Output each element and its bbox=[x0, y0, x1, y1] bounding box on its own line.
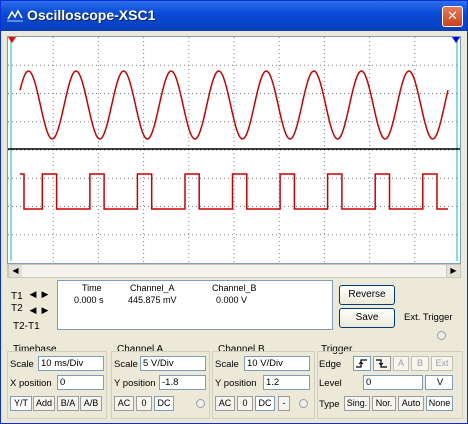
scope-plot bbox=[8, 37, 460, 263]
close-icon: ✕ bbox=[447, 9, 458, 24]
readout-header-channel-a: Channel_A bbox=[130, 283, 175, 293]
title-bar[interactable]: Oscilloscope-XSC1 ✕ bbox=[1, 1, 467, 31]
t2-label: T2 bbox=[11, 303, 23, 314]
cursor-1-marker bbox=[8, 37, 16, 43]
trigger-level-field[interactable]: 0 bbox=[363, 375, 423, 390]
readout-header-time: Time bbox=[82, 283, 102, 293]
save-button[interactable]: Save bbox=[339, 308, 395, 328]
channel-a-zero-button[interactable]: 0 bbox=[136, 396, 152, 411]
trigger-source-b-button[interactable]: B bbox=[411, 356, 429, 371]
t1-left-arrow-icon[interactable]: ◀ bbox=[27, 290, 39, 300]
scroll-right-button[interactable]: ▶ bbox=[446, 265, 460, 277]
trigger-type-single-button[interactable]: Sing. bbox=[344, 396, 370, 411]
timebase-scale-label: Scale bbox=[10, 359, 34, 370]
channel-a-scale-field[interactable]: 5 V/Div bbox=[140, 356, 206, 371]
t1-right-arrow-icon[interactable]: ▶ bbox=[39, 290, 51, 300]
channel-b-ac-button[interactable]: AC bbox=[215, 396, 235, 411]
channel-b-ypos-label: Y position bbox=[215, 378, 257, 389]
trigger-level-label: Level bbox=[319, 378, 342, 389]
oscilloscope-icon bbox=[7, 9, 23, 22]
t2-right-arrow-icon[interactable]: ▶ bbox=[39, 306, 51, 316]
mode-add-button[interactable]: Add bbox=[33, 396, 55, 411]
timebase-xpos-field[interactable]: 0 bbox=[57, 375, 104, 390]
channel-b-terminal[interactable] bbox=[299, 399, 308, 408]
channel-b-scale-label: Scale bbox=[215, 359, 239, 370]
timebase-xpos-label: X position bbox=[10, 378, 52, 389]
horizontal-scrollbar[interactable]: ◀ ▶ bbox=[7, 264, 461, 278]
edge-rise-button[interactable] bbox=[353, 356, 371, 371]
oscilloscope-window: Oscilloscope-XSC1 ✕ ◀ ▶ T1 T2 T2-T1 ◀ ▶ … bbox=[0, 0, 468, 424]
edge-fall-button[interactable] bbox=[373, 356, 391, 371]
t2-left-arrow-icon[interactable]: ◀ bbox=[27, 306, 39, 316]
t2-t1-label: T2-T1 bbox=[13, 321, 40, 332]
channel-a-ypos-label: Y position bbox=[114, 378, 156, 389]
mode-ba-button[interactable]: B/A bbox=[57, 396, 79, 411]
mode-ab-button[interactable]: A/B bbox=[80, 396, 102, 411]
trigger-level-unit[interactable]: V bbox=[425, 375, 453, 390]
cursor-2-marker bbox=[452, 37, 460, 43]
channel-a-ypos-field[interactable]: -1.8 bbox=[159, 375, 206, 390]
readout-t1-channel-a: 445.875 mV bbox=[128, 295, 177, 305]
mode-yt-button[interactable]: Y/T bbox=[10, 396, 32, 411]
window-title: Oscilloscope-XSC1 bbox=[27, 7, 156, 23]
channel-a-scale-label: Scale bbox=[114, 359, 138, 370]
readout-t1-time: 0.000 s bbox=[74, 295, 104, 305]
t1-label: T1 bbox=[11, 291, 23, 302]
trigger-type-none-button[interactable]: None bbox=[426, 396, 453, 411]
channel-b-zero-button[interactable]: 0 bbox=[237, 396, 253, 411]
trigger-type-label: Type bbox=[319, 399, 340, 410]
trigger-type-normal-button[interactable]: Nor. bbox=[372, 396, 396, 411]
scope-screen[interactable] bbox=[7, 36, 461, 264]
reverse-button[interactable]: Reverse bbox=[339, 285, 395, 305]
channel-b-trace bbox=[20, 173, 448, 210]
timebase-scale-field[interactable]: 10 ms/Div bbox=[38, 356, 104, 371]
trigger-source-ext-button[interactable]: Ext bbox=[431, 356, 453, 371]
readout-t1-channel-b: 0.000 V bbox=[216, 295, 248, 305]
channel-a-dc-button[interactable]: DC bbox=[154, 396, 174, 411]
trigger-edge-label: Edge bbox=[319, 359, 342, 370]
channel-b-dc-button[interactable]: DC bbox=[255, 396, 275, 411]
channel-a-terminal[interactable] bbox=[196, 399, 205, 408]
edge-rise-icon bbox=[356, 359, 367, 368]
ext-trigger-label: Ext. Trigger bbox=[404, 312, 453, 323]
ext-trigger-terminal[interactable] bbox=[437, 331, 446, 340]
readout-header-channel-b: Channel_B bbox=[212, 283, 257, 293]
channel-b-scale-field[interactable]: 10 V/Div bbox=[244, 356, 310, 371]
channel-b-invert-button[interactable]: - bbox=[278, 396, 290, 411]
trigger-source-a-button[interactable]: A bbox=[393, 356, 409, 371]
trigger-type-auto-button[interactable]: Auto bbox=[398, 396, 424, 411]
channel-a-ac-button[interactable]: AC bbox=[114, 396, 134, 411]
readout-panel: Time Channel_A Channel_B 0.000 s 445.875… bbox=[57, 280, 333, 330]
edge-fall-icon bbox=[376, 359, 387, 368]
close-button[interactable]: ✕ bbox=[442, 6, 463, 27]
channel-b-ypos-field[interactable]: 1.2 bbox=[263, 375, 310, 390]
scroll-left-button[interactable]: ◀ bbox=[8, 265, 22, 277]
